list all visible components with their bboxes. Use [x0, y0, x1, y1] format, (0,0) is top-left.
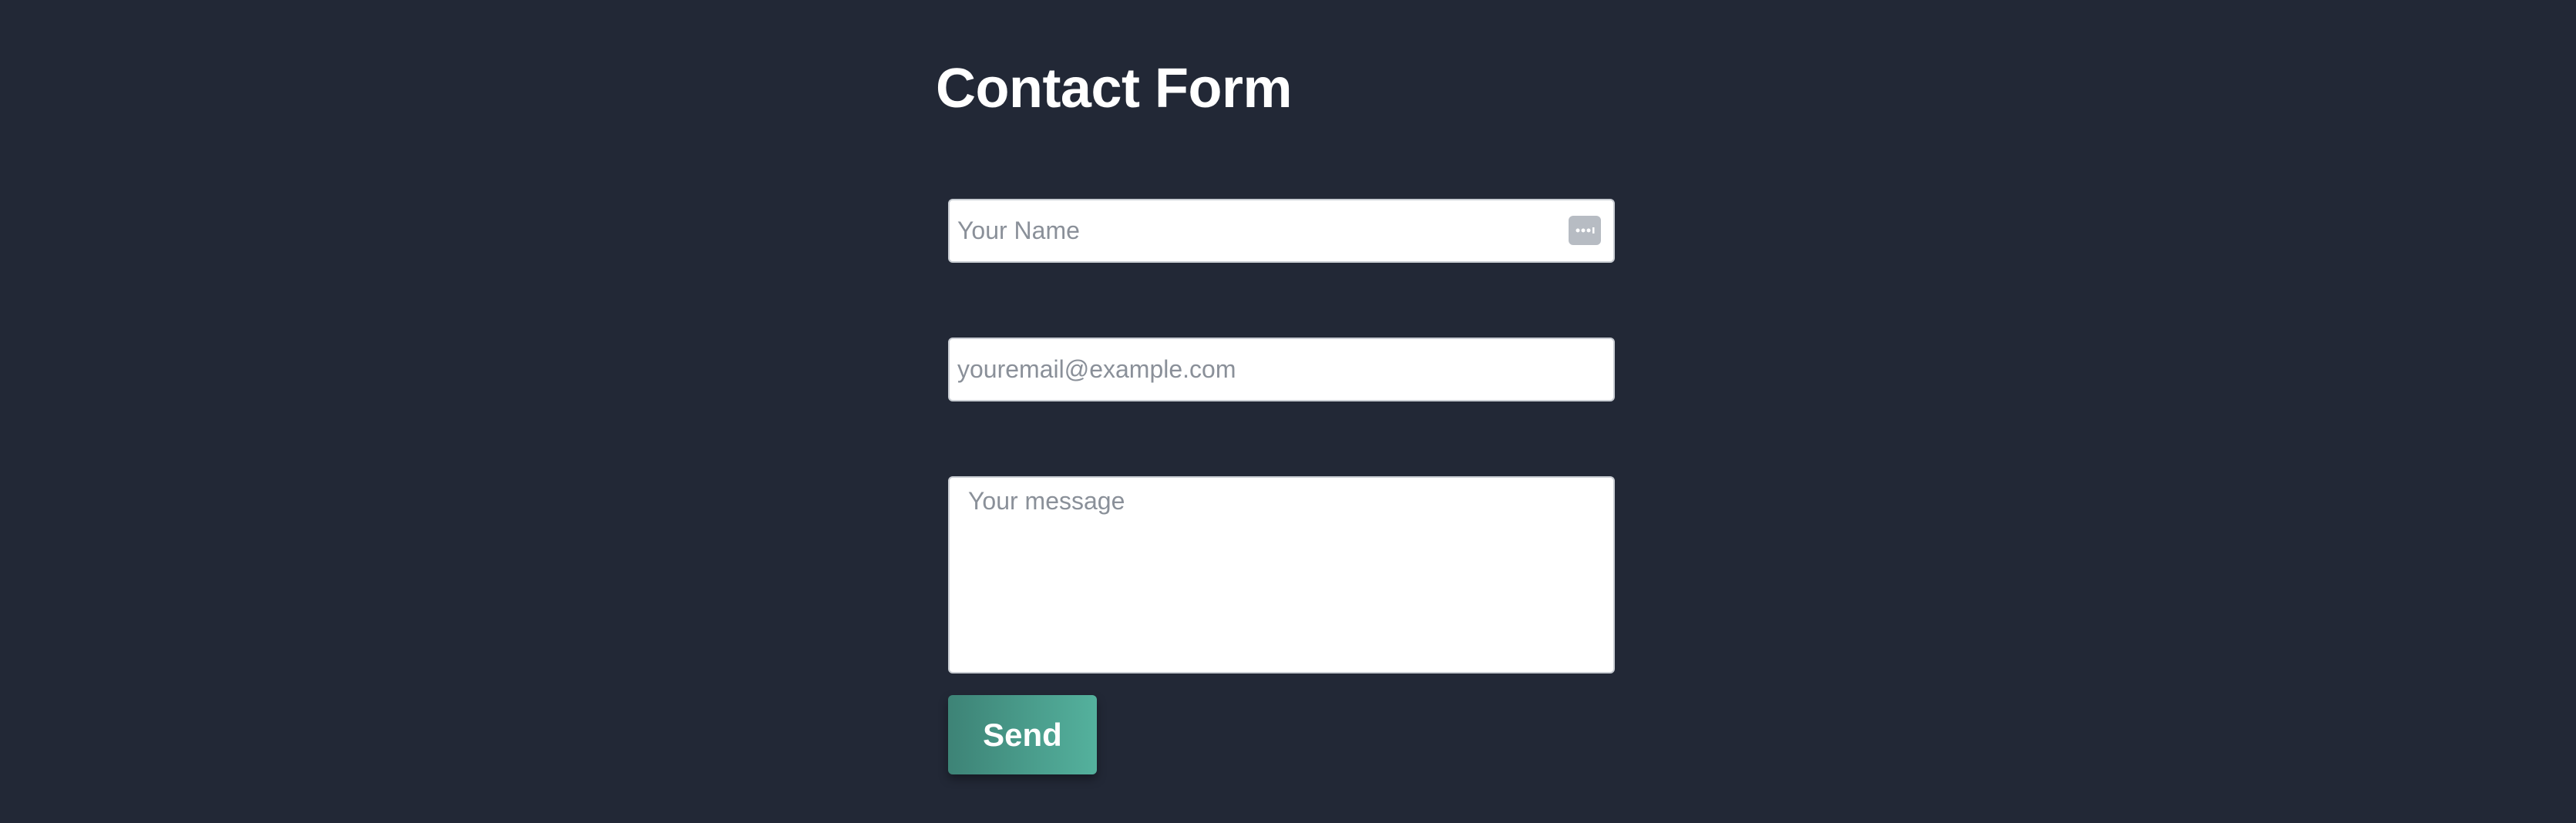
- name-input[interactable]: [950, 200, 1613, 261]
- send-button[interactable]: Send: [948, 695, 1097, 774]
- autofill-key-icon[interactable]: [1569, 216, 1601, 245]
- page-title: Contact Form: [936, 58, 1293, 119]
- message-textarea[interactable]: [950, 478, 1613, 672]
- email-input[interactable]: [950, 339, 1613, 400]
- message-field: [948, 476, 1615, 674]
- name-field: [948, 199, 1615, 263]
- email-field: [948, 338, 1615, 401]
